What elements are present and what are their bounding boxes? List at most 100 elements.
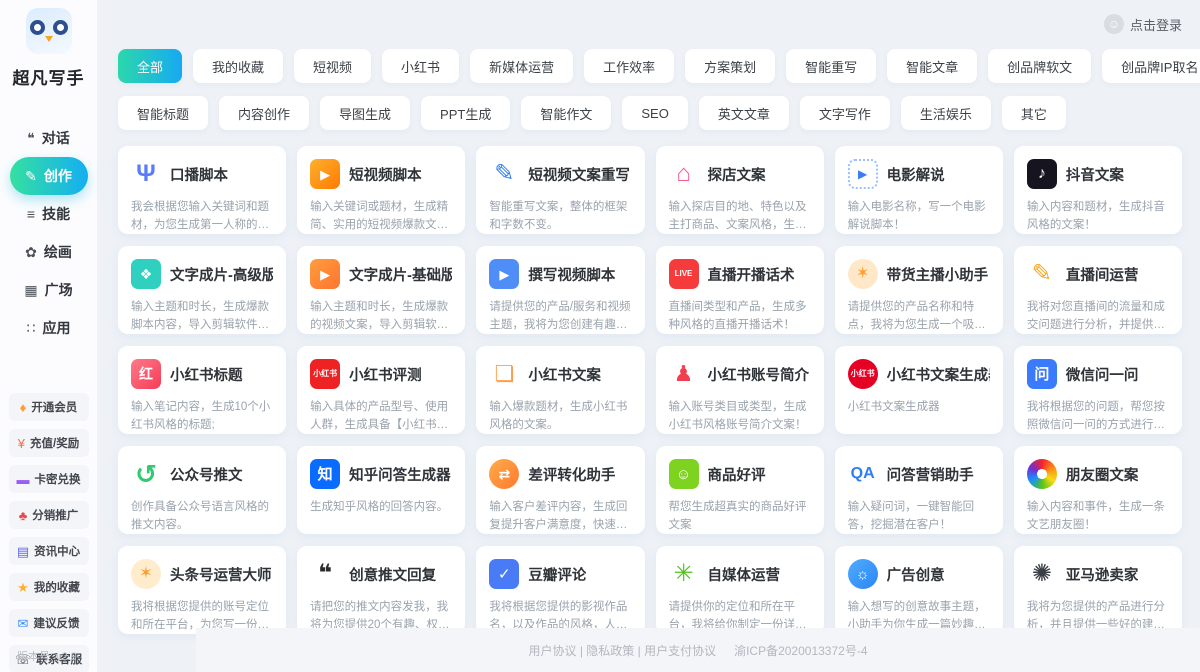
tool-card-title: 朋友圈文案 — [1066, 464, 1139, 485]
tool-card-title: 抖音文案 — [1066, 164, 1124, 185]
logo-beak — [45, 36, 53, 42]
tool-card[interactable]: ▶ 撰写视频脚本 请提供您的产品/服务和视频主题，我将为您创建有趣、引人入胜的.… — [476, 246, 644, 334]
sidebar-nav-item[interactable]: ≡ 技能 — [10, 195, 88, 233]
tool-card[interactable]: ✶ 带货主播小助手 请提供您的产品名称和特点，我将为您生成一个吸引观众购买的话.… — [835, 246, 1003, 334]
filter-tab[interactable]: 生活娱乐 — [901, 96, 991, 130]
tool-card-title: 带货主播小助手 — [887, 264, 989, 285]
tool-card[interactable]: ❖ 文字成片-高级版 输入主题和时长，生成爆款脚本内容，导入剪辑软件快速生成短视… — [118, 246, 286, 334]
filter-tab[interactable]: 新媒体运营 — [470, 49, 573, 83]
filter-tab[interactable]: 文字写作 — [800, 96, 890, 130]
sparkle-hand-icon: ✶ — [131, 559, 161, 589]
tool-card[interactable]: ⌂ 探店文案 输入探店目的地、特色以及主打商品、文案风格，生成探店文案！ — [656, 146, 824, 234]
filter-tab[interactable]: 创品牌软文 — [988, 49, 1091, 83]
tool-card[interactable]: LIVE 直播开播话术 直播间类型和产品，生成多种风格的直播开播话术！ — [656, 246, 824, 334]
filter-tab[interactable]: 智能重写 — [786, 49, 876, 83]
app-title: 超凡写手 — [13, 64, 85, 89]
tool-card[interactable]: ✎ 直播间运营 我将对您直播间的流量和成交问题进行分析，并提供有效的方案。 — [1014, 246, 1182, 334]
tool-card[interactable]: ☺ 商品好评 帮您生成超真实的商品好评文案 — [656, 446, 824, 534]
sidebar-nav-item[interactable]: ∷ 应用 — [10, 309, 88, 347]
tool-card[interactable]: ☼ 广告创意 输入想写的创意故事主题，小助手为你生成一篇妙趣横生的小故事 — [835, 546, 1003, 634]
tool-card[interactable]: ▶ 文字成片-基础版 输入主题和时长，生成爆款的视频文案，导入剪辑软件快速生成短… — [297, 246, 465, 334]
filter-tab[interactable]: PPT生成 — [421, 96, 510, 130]
tool-card-description: 我将对您直播间的流量和成交问题进行分析，并提供有效的方案。 — [1027, 298, 1169, 334]
tool-card[interactable]: 小红书 小红书文案生成器 小红书文案生成器 — [835, 346, 1003, 434]
sparkle-hand-icon: ✶ — [848, 259, 878, 289]
video-camera-icon: ▶ — [489, 259, 519, 289]
tool-card[interactable]: QA 问答营销助手 输入疑问词，一键智能回答，挖掘潜在客户！ — [835, 446, 1003, 534]
logo-eye — [30, 20, 45, 35]
sidebar-utility-button[interactable]: ★ 我的收藏 — [9, 573, 89, 601]
tool-card[interactable]: ♪ 抖音文案 输入内容和题材，生成抖音风格的文案！ — [1014, 146, 1182, 234]
tool-card-description: 我将根据您的问题，帮您按照微信问一问的方式进行解答。 — [1027, 398, 1169, 434]
filter-tab[interactable]: 我的收藏 — [193, 49, 283, 83]
tool-card-title: 公众号推文 — [170, 464, 243, 485]
tool-card[interactable]: Ψ 口播脚本 我会根据您输入关键词和题材，为您生成第一人称的口播脚本。 — [118, 146, 286, 234]
tool-card[interactable]: ❝ 创意推文回复 请把您的推文内容发我，我将为您提供20个有趣、权威和深思熟虑.… — [297, 546, 465, 634]
login-button[interactable]: ☺ 点击登录 — [1104, 14, 1182, 34]
filter-tab[interactable]: 创品牌IP取名 — [1102, 49, 1200, 83]
filter-tab[interactable]: 智能文章 — [887, 49, 977, 83]
tool-card[interactable]: ✓ 豆瓣评论 我将根据您提供的影视作品名，以及作品的风格，人群的喜好，进... — [476, 546, 644, 634]
tool-card-title: 创意推文回复 — [349, 564, 436, 585]
news-doc-icon: ▤ — [17, 545, 29, 558]
sidebar-utility-label: 卡密兑换 — [35, 471, 81, 487]
profile-person-icon: ♟ — [669, 359, 699, 389]
tool-card[interactable]: 问 微信问一问 我将根据您的问题，帮您按照微信问一问的方式进行解答。 — [1014, 346, 1182, 434]
sidebar-utility-button[interactable]: ▬ 卡密兑换 — [9, 465, 89, 493]
sidebar-nav-item[interactable]: ✎ 创作 — [10, 157, 88, 195]
sidebar-utility-button[interactable]: ¥ 充值/奖励 — [9, 429, 89, 457]
tool-card-title: 直播间运营 — [1066, 264, 1139, 285]
storefront-icon: ⌂ — [669, 159, 699, 189]
tool-card[interactable]: ♟ 小红书账号简介 输入账号类目或类型，生成小红书风格账号简介文案！ — [656, 346, 824, 434]
recharge-coin-icon: ¥ — [18, 437, 25, 450]
sidebar-nav-item[interactable]: ✿ 绘画 — [10, 233, 88, 271]
tool-card[interactable]: ❏ 小红书文案 输入爆款题材，生成小红书风格的文案。 — [476, 346, 644, 434]
tool-card[interactable]: ▶ 短视频脚本 输入关键词或题材，生成精简、实用的短视频爆款文案脚本。 — [297, 146, 465, 234]
sidebar-nav-label: 对话 — [42, 128, 70, 148]
filter-tab[interactable]: 小红书 — [382, 49, 459, 83]
clapperboard-icon: ❖ — [131, 259, 161, 289]
tool-card[interactable]: ✳ 自媒体运营 请提供你的定位和所在平台，我将给你制定一份详细的自媒体运营... — [656, 546, 824, 634]
sidebar-nav-item[interactable]: ▦ 广场 — [10, 271, 88, 309]
tool-card-title: 头条号运营大师 — [170, 564, 272, 585]
tool-card[interactable]: ✺ 亚马逊卖家 我将为您提供的产品进行分析，并且提供一些好的建议。 — [1014, 546, 1182, 634]
tool-card[interactable]: ⇄ 差评转化助手 输入客户差评内容，生成回复提升客户满意度，快速转化差评！ — [476, 446, 644, 534]
filter-tab[interactable]: 其它 — [1002, 96, 1066, 130]
filter-tab[interactable]: 导图生成 — [320, 96, 410, 130]
tool-card[interactable]: 小红书 小红书评测 输入具体的产品型号、使用人群，生成具备【小红书】语言风格的.… — [297, 346, 465, 434]
card-key-icon: ▬ — [17, 473, 30, 486]
sidebar: 超凡写手 ❝ 对话 ✎ 创作 ≡ 技能 ✿ 绘画 ▦ 广场 ∷ 应用 ♦ 开通会… — [0, 0, 98, 672]
sidebar-utility-label: 充值/奖励 — [30, 435, 79, 451]
tool-card[interactable]: 知 知乎问答生成器 生成知乎风格的回答内容。 — [297, 446, 465, 534]
footer-links[interactable]: 用户协议 | 隐私政策 | 用户支付协议 — [529, 642, 717, 659]
tool-card-description: 输入疑问词，一键智能回答，挖掘潜在客户！ — [848, 498, 990, 534]
tool-card[interactable]: ✎ 短视频文案重写 智能重写文案，整体的框架和字数不变。 — [476, 146, 644, 234]
tool-card[interactable]: ✶ 头条号运营大师 我将根据您提供的账号定位和所在平台，为您写一份详细的运营计.… — [118, 546, 286, 634]
sidebar-utility-button[interactable]: ▤ 资讯中心 — [9, 537, 89, 565]
filter-tab[interactable]: 方案策划 — [685, 49, 775, 83]
sidebar-utility-button[interactable]: ✉ 建议反馈 — [9, 609, 89, 637]
filter-tab-active[interactable]: 全部 — [118, 49, 182, 83]
tool-card[interactable]: ↺ 公众号推文 创作具备公众号语言风格的推文内容。 — [118, 446, 286, 534]
sidebar-nav-item[interactable]: ❝ 对话 — [10, 119, 88, 157]
filter-tab[interactable]: 内容创作 — [219, 96, 309, 130]
tool-card-title: 小红书文案 — [528, 364, 601, 385]
blue-pencil-icon: ✎ — [489, 159, 519, 189]
filter-tab[interactable]: SEO — [622, 96, 687, 130]
tool-card[interactable]: ▶ 电影解说 输入电影名称，写一个电影解说脚本！ — [835, 146, 1003, 234]
sidebar-utility-button[interactable]: ♣ 分销推广 — [9, 501, 89, 529]
sidebar-utility-button[interactable]: ♦ 开通会员 — [9, 393, 89, 421]
tool-card[interactable]: 红 小红书标题 输入笔记内容，生成10个小红书风格的标题; — [118, 346, 286, 434]
sidebar-nav: ❝ 对话 ✎ 创作 ≡ 技能 ✿ 绘画 ▦ 广场 ∷ 应用 — [0, 119, 97, 347]
gallery-icon: ▦ — [24, 283, 37, 297]
filter-tab[interactable]: 英文文章 — [699, 96, 789, 130]
filter-tab[interactable]: 智能标题 — [118, 96, 208, 130]
filter-tab[interactable]: 工作效率 — [584, 49, 674, 83]
filter-tab[interactable]: 智能作文 — [521, 96, 611, 130]
filter-tab[interactable]: 短视频 — [294, 49, 371, 83]
tool-card-title: 小红书文案生成器 — [887, 364, 990, 385]
tool-card[interactable]: 朋友圈文案 输入内容和事件，生成一条文艺朋友圈！ — [1014, 446, 1182, 534]
star-icon: ★ — [17, 581, 29, 594]
tool-card-title: 文字成片-基础版 — [349, 264, 452, 285]
sidebar-utility-label: 分销推广 — [32, 507, 78, 523]
